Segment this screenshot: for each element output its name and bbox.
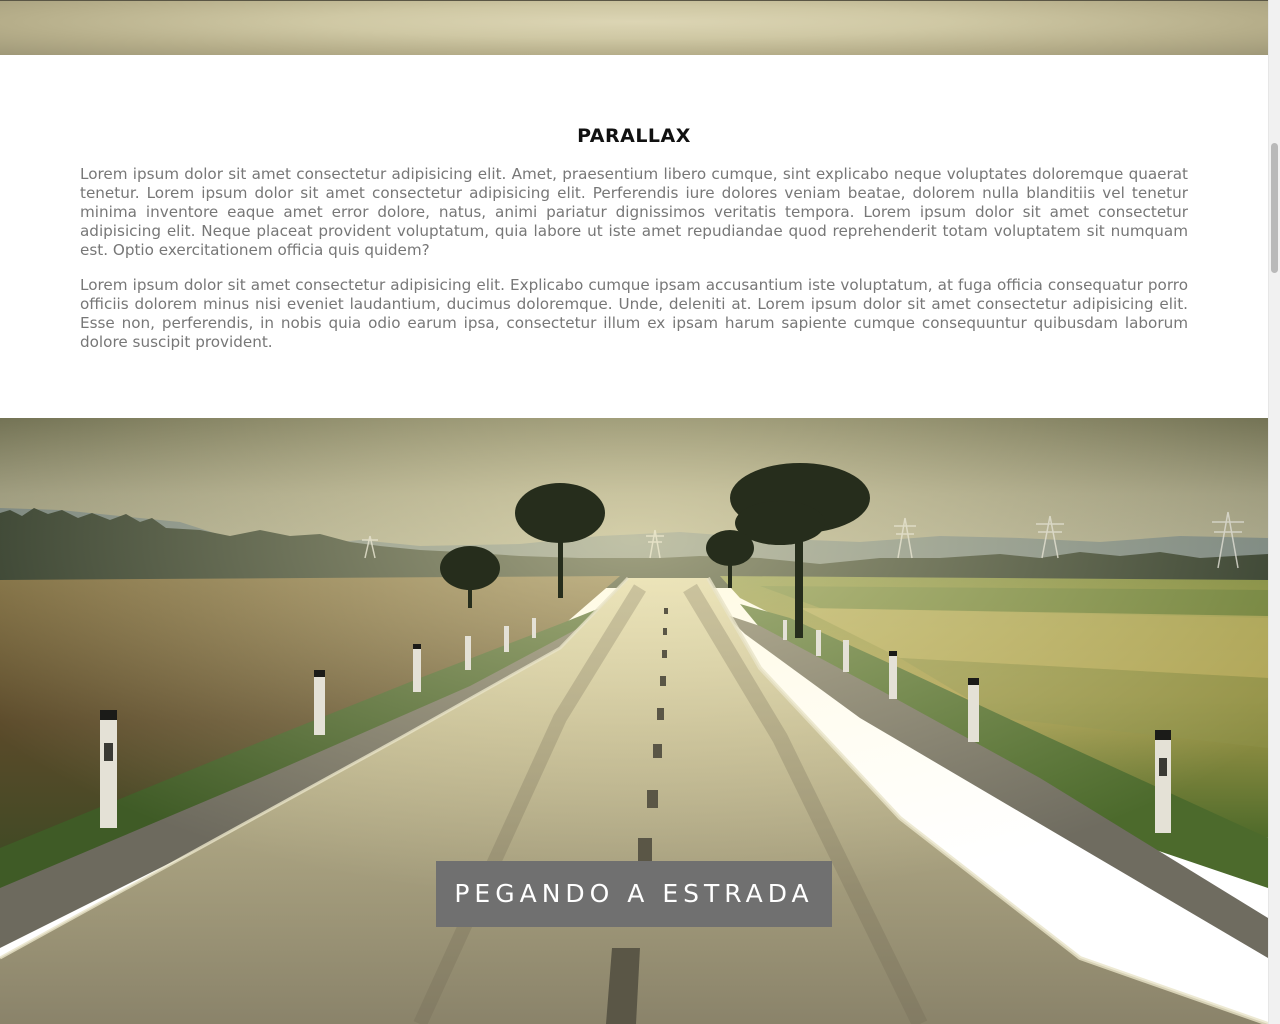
section-paragraph-2: Lorem ipsum dolor sit amet consectetur a… — [80, 276, 1188, 351]
road-caption: PEGANDO A ESTRADA — [436, 861, 832, 927]
parallax-road-section: PEGANDO A ESTRADA — [0, 418, 1268, 1024]
parallax-text-section: PARALLAX Lorem ipsum dolor sit amet cons… — [0, 55, 1268, 418]
road-landscape-image — [0, 418, 1268, 1024]
parallax-image-top — [0, 0, 1268, 55]
section-title: PARALLAX — [577, 125, 691, 147]
scrollbar-thumb[interactable] — [1271, 143, 1278, 273]
page-viewport: PARALLAX Lorem ipsum dolor sit amet cons… — [0, 0, 1268, 1024]
vertical-scrollbar[interactable] — [1268, 0, 1280, 1024]
section-paragraph-1: Lorem ipsum dolor sit amet consectetur a… — [80, 165, 1188, 259]
